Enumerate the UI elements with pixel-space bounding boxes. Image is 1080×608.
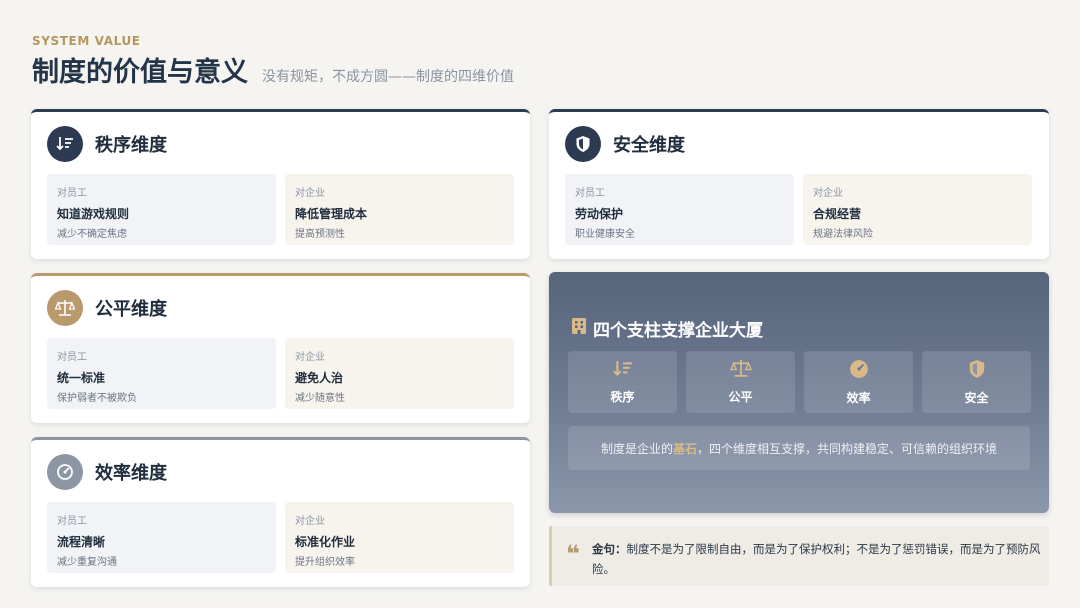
pillar-label: 效率 — [846, 390, 871, 405]
cell-main: 统一标准 — [57, 371, 106, 385]
page-subtitle: 没有规矩，不成方圆——制度的四维价值 — [262, 69, 514, 85]
cell-main: 劳动保护 — [575, 207, 624, 221]
efficiency-card: 效率维度 对员工 流程清晰 减少重复沟通 对企业 标准化作业 提升组织效率 — [31, 437, 530, 587]
cell-main: 避免人治 — [295, 371, 344, 385]
cell-sub: 减少随意性 — [295, 393, 345, 404]
order-card-header: 秩序维度 — [47, 126, 167, 162]
quote-key: 金句： — [592, 542, 627, 556]
safety-card-title: 安全维度 — [613, 135, 685, 156]
quote-text-block: 金句：制度不是为了限制自由，而是为了保护权利；不是为了惩罚错误，而是为了预防风险… — [592, 539, 1042, 579]
eyebrow-label: SYSTEM VALUE — [32, 34, 141, 48]
scale-icon — [729, 359, 752, 382]
pillars-panel: 四个支柱支撑企业大厦 秩序 公平 效率 安全 制度是企业的 基石 ，四个维度相互… — [549, 272, 1049, 513]
cell-label: 对员工 — [57, 352, 87, 363]
cell-label: 对企业 — [295, 188, 325, 199]
safety-employee-cell: 对员工 劳动保护 职业健康安全 — [565, 174, 794, 245]
shield-icon — [968, 359, 986, 383]
cell-label: 对企业 — [295, 352, 325, 363]
pillar-safety: 安全 — [922, 351, 1031, 413]
order-card: 秩序维度 对员工 知道游戏规则 减少不确定焦虑 对企业 降低管理成本 提高预测性 — [31, 109, 530, 259]
pillar-fairness: 公平 — [686, 351, 795, 413]
cell-sub: 提高预测性 — [295, 229, 345, 240]
cell-main: 知道游戏规则 — [57, 207, 130, 221]
page-title: 制度的价值与意义 — [32, 57, 248, 88]
cell-sub: 提升组织效率 — [295, 557, 355, 568]
fairness-card: 公平维度 对员工 统一标准 保护弱者不被欺负 对企业 避免人治 减少随意性 — [31, 273, 530, 423]
cell-sub: 规避法律风险 — [813, 229, 873, 240]
safety-card-header: 安全维度 — [565, 126, 685, 162]
pillar-efficiency: 效率 — [804, 351, 913, 413]
cell-label: 对企业 — [813, 188, 843, 199]
gauge-icon — [47, 454, 83, 490]
efficiency-card-header: 效率维度 — [47, 454, 167, 490]
building-icon — [571, 317, 587, 340]
order-card-title: 秩序维度 — [95, 135, 167, 156]
fairness-card-header: 公平维度 — [47, 290, 167, 326]
pillars-panel-header: 四个支柱支撑企业大厦 — [571, 316, 763, 341]
order-company-cell: 对企业 降低管理成本 提高预测性 — [285, 174, 514, 245]
cell-main: 合规经营 — [813, 207, 862, 221]
scale-icon — [47, 290, 83, 326]
efficiency-company-cell: 对企业 标准化作业 提升组织效率 — [285, 502, 514, 573]
sort-icon — [47, 126, 83, 162]
pillars-note: 制度是企业的 基石 ，四个维度相互支撑，共同构建稳定、可信赖的组织环境 — [568, 426, 1030, 470]
efficiency-employee-cell: 对员工 流程清晰 减少重复沟通 — [47, 502, 276, 573]
cell-label: 对企业 — [295, 516, 325, 527]
cell-main: 标准化作业 — [295, 535, 356, 549]
pillar-order: 秩序 — [568, 351, 677, 413]
pillar-label: 公平 — [728, 390, 753, 404]
cell-sub: 保护弱者不被欺负 — [57, 393, 137, 404]
cell-label: 对员工 — [575, 188, 605, 199]
pillars-panel-title: 四个支柱支撑企业大厦 — [593, 321, 763, 341]
pillar-label: 秩序 — [610, 389, 635, 404]
fairness-card-title: 公平维度 — [95, 299, 167, 320]
note-highlight: 基石 — [672, 441, 697, 456]
pillar-label: 安全 — [964, 390, 989, 405]
note-text-before: 制度是企业的 — [600, 441, 673, 456]
cell-sub: 减少重复沟通 — [57, 557, 117, 568]
safety-company-cell: 对企业 合规经营 规避法律风险 — [803, 174, 1032, 245]
shield-icon — [565, 126, 601, 162]
efficiency-card-title: 效率维度 — [95, 463, 167, 484]
cell-label: 对员工 — [57, 188, 87, 199]
quote-icon: ❝ — [566, 540, 581, 568]
key-quote: ❝ 金句：制度不是为了限制自由，而是为了保护权利；不是为了惩罚错误，而是为了预防… — [549, 526, 1049, 586]
gauge-icon — [849, 359, 869, 383]
sort-icon — [612, 360, 634, 382]
cell-main: 流程清晰 — [57, 535, 106, 549]
cell-sub: 职业健康安全 — [575, 229, 635, 240]
fairness-employee-cell: 对员工 统一标准 保护弱者不被欺负 — [47, 338, 276, 409]
order-employee-cell: 对员工 知道游戏规则 减少不确定焦虑 — [47, 174, 276, 245]
note-text-after: ，四个维度相互支撑，共同构建稳定、可信赖的组织环境 — [697, 441, 998, 456]
cell-main: 降低管理成本 — [295, 207, 368, 221]
header: 制度的价值与意义 没有规矩，不成方圆——制度的四维价值 — [32, 50, 514, 89]
fairness-company-cell: 对企业 避免人治 减少随意性 — [285, 338, 514, 409]
cell-label: 对员工 — [57, 516, 87, 527]
quote-text: 制度不是为了限制自由，而是为了保护权利；不是为了惩罚错误，而是为了预防风险。 — [592, 542, 1041, 576]
cell-sub: 减少不确定焦虑 — [57, 229, 127, 240]
safety-card: 安全维度 对员工 劳动保护 职业健康安全 对企业 合规经营 规避法律风险 — [549, 109, 1049, 259]
